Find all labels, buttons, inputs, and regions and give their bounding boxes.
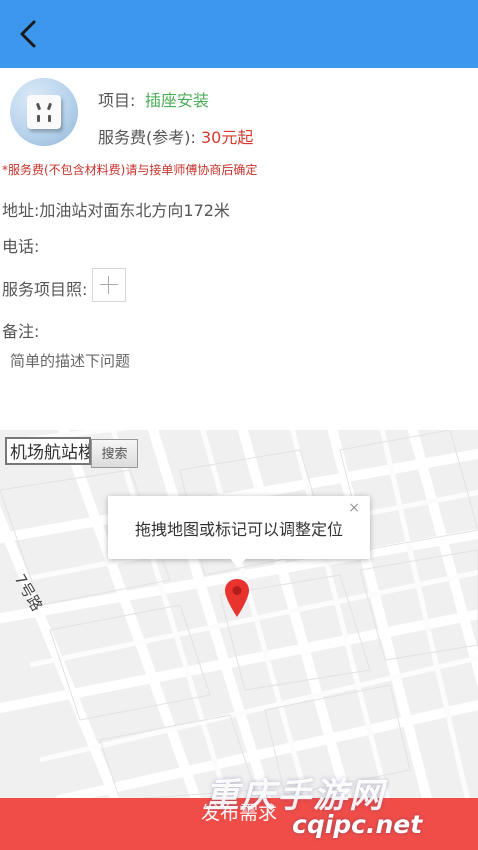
map-tip-popup: 拖拽地图或标记可以调整定位 × <box>108 496 370 568</box>
header-bar <box>0 0 478 68</box>
remark-label: 备注: <box>2 322 40 341</box>
project-label: 项目: <box>98 91 136 110</box>
remark-input[interactable]: 简单的描述下问题 <box>10 350 470 410</box>
map-tip-text: 拖拽地图或标记可以调整定位 <box>135 520 344 539</box>
close-icon[interactable]: × <box>348 500 360 516</box>
map-search-button[interactable]: 搜索 <box>91 439 138 468</box>
map-search-input[interactable]: 机场航站楼 <box>5 437 91 465</box>
popup-arrow <box>228 556 248 568</box>
phone-field[interactable]: 电话: <box>2 233 39 257</box>
watermark-url: cqipc.net <box>292 810 423 839</box>
location-pin-icon[interactable] <box>224 578 250 618</box>
fee-value: 30元起 <box>201 128 254 147</box>
socket-icon <box>10 78 78 146</box>
add-photo-button[interactable] <box>92 268 126 302</box>
project-value: 插座安装 <box>145 91 210 110</box>
fee-note: *服务费(不包含材料费)请与接单师傅协商后确定 <box>2 163 258 177</box>
fee-label: 服务费(参考): <box>98 128 196 147</box>
photo-label: 服务项目照: <box>2 280 88 299</box>
back-arrow-icon[interactable] <box>14 18 44 50</box>
address-text[interactable]: 地址:加油站对面东北方向172米 <box>2 197 230 221</box>
